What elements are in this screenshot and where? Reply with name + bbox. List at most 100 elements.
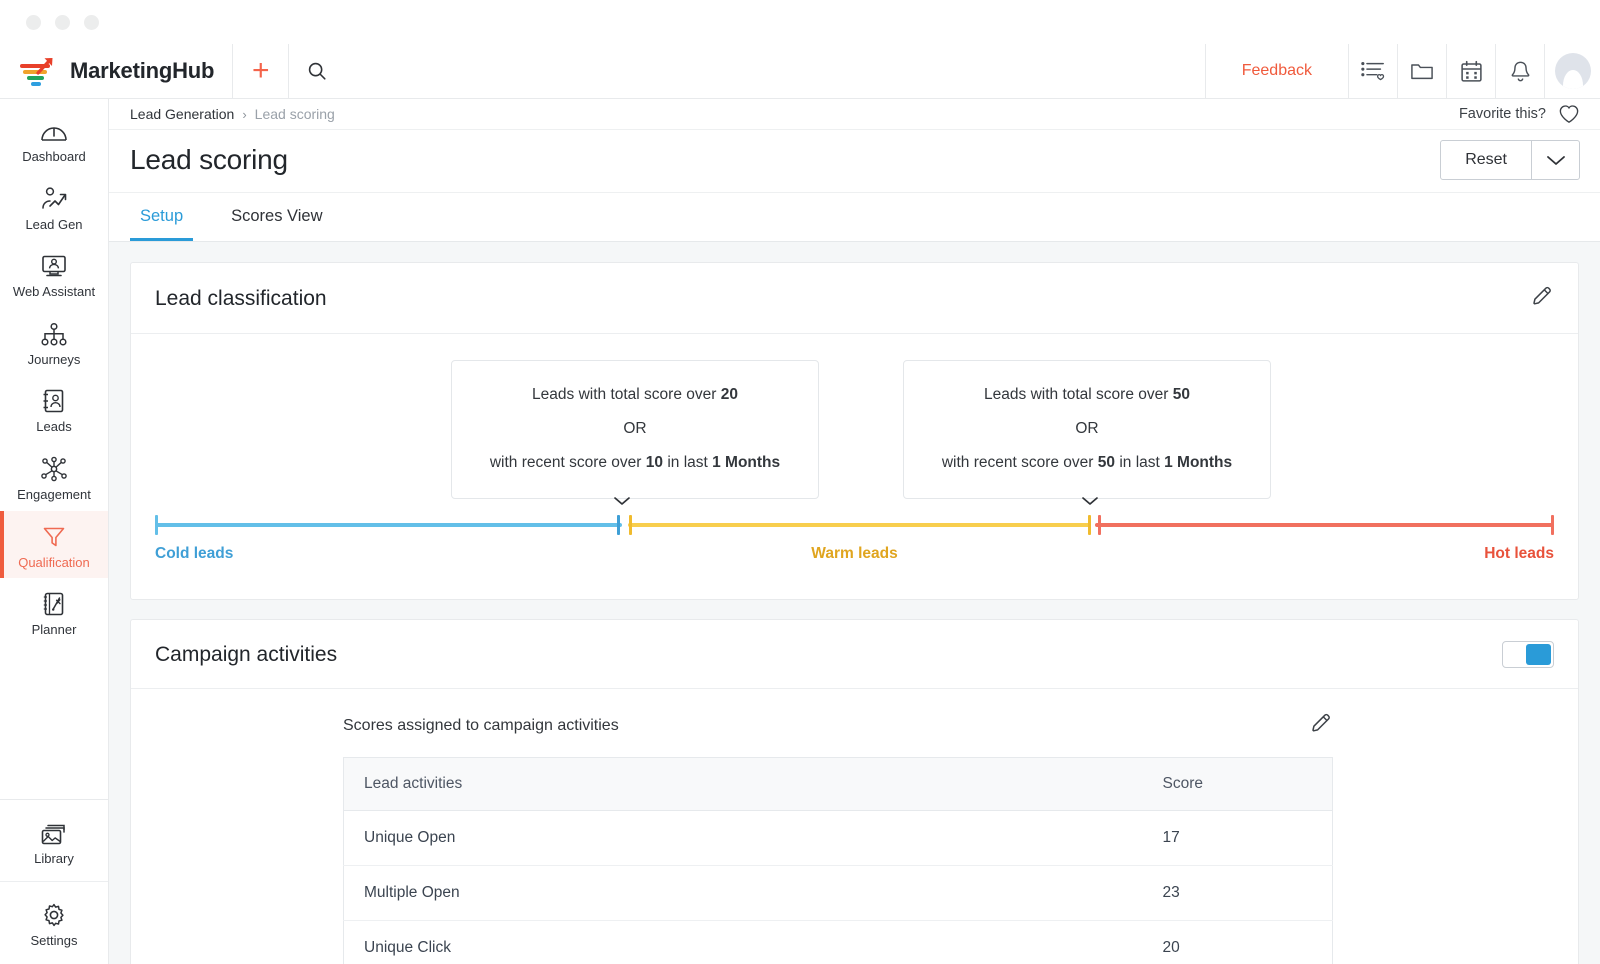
window-dot-minimize[interactable] — [55, 15, 70, 30]
threshold-total-value: 20 — [721, 386, 738, 403]
slider-labels: Cold leads Warm leads Hot leads — [155, 545, 1554, 569]
list-heart-button[interactable] — [1348, 44, 1397, 98]
threshold-recent-value: 10 — [646, 454, 663, 471]
column-header-score: Score — [1143, 758, 1333, 811]
folder-button[interactable] — [1397, 44, 1446, 98]
pencil-icon — [1309, 711, 1333, 735]
network-nodes-icon — [2, 452, 106, 482]
favorite-label: Favorite this? — [1459, 106, 1546, 122]
threshold-recent-period: 1 Months — [1164, 454, 1232, 471]
sidebar-item-journeys[interactable]: Journeys — [0, 308, 108, 376]
slider-segment-cold[interactable] — [155, 523, 622, 527]
tab-bar: Setup Scores View — [109, 193, 1600, 242]
sidebar-item-leads[interactable]: Leads — [0, 375, 108, 443]
slider-cap-warm-end[interactable] — [1088, 515, 1091, 535]
heart-icon[interactable] — [1558, 104, 1580, 124]
campaign-activities-card: Campaign activities Scores assigned to c… — [130, 619, 1579, 964]
sidebar-item-web-assistant[interactable]: Web Assistant — [0, 240, 108, 308]
marketinghub-logo-icon — [20, 56, 58, 86]
page-title-row: Lead scoring Reset — [109, 130, 1600, 193]
reset-button[interactable]: Reset — [1441, 141, 1531, 179]
sidebar-secondary-nav: Library Settings — [0, 799, 108, 964]
slider-segment-warm[interactable] — [628, 523, 1090, 527]
threshold-total-line: Leads with total score over 20 — [470, 385, 800, 406]
campaign-activities-toggle[interactable] — [1502, 641, 1554, 668]
avatar — [1555, 53, 1591, 89]
sidebar-item-library[interactable]: Library — [0, 800, 108, 883]
add-button[interactable]: + — [232, 44, 288, 98]
segment-label-warm: Warm leads — [811, 545, 897, 563]
segment-label-hot: Hot leads — [1484, 545, 1554, 563]
feedback-link[interactable]: Feedback — [1205, 44, 1348, 98]
funnel-icon — [2, 520, 106, 550]
user-avatar-button[interactable] — [1544, 44, 1600, 98]
slider-cap-hot-start[interactable] — [1098, 515, 1101, 535]
sidebar-item-label: Web Assistant — [2, 284, 106, 300]
calendar-icon — [1460, 60, 1483, 83]
pencil-icon — [1530, 284, 1554, 308]
sidebar-item-dashboard[interactable]: Dashboard — [0, 105, 108, 173]
favorite-this-control[interactable]: Favorite this? — [1459, 104, 1580, 124]
sidebar-item-label: Planner — [2, 622, 106, 638]
campaign-activities-body: Scores assigned to campaign activities — [131, 689, 1578, 964]
chevron-down-icon — [1545, 153, 1567, 167]
threshold-recent-mid: in last — [663, 454, 712, 471]
window-dot-maximize[interactable] — [84, 15, 99, 30]
breadcrumb: Lead Generation › Lead scoring Favorite … — [109, 99, 1600, 130]
threshold-box-hot[interactable]: Leads with total score over 50 OR with r… — [903, 360, 1271, 499]
tab-scores-view[interactable]: Scores View — [221, 193, 332, 241]
column-header-lead-activities: Lead activities — [344, 758, 1143, 811]
sidebar-item-settings[interactable]: Settings — [0, 882, 108, 964]
table-row[interactable]: Unique Open 17 — [344, 811, 1333, 866]
brand-logo[interactable]: MarketingHub — [0, 44, 232, 98]
threshold-recent-line: with recent score over 50 in last 1 Mont… — [922, 453, 1252, 474]
sidebar-item-lead-gen[interactable]: Lead Gen — [0, 173, 108, 241]
list-heart-icon — [1360, 59, 1386, 83]
calendar-button[interactable] — [1446, 44, 1495, 98]
threshold-recent-mid: in last — [1115, 454, 1164, 471]
campaign-scores-table: Lead activities Score Unique Open 17 — [343, 757, 1333, 964]
arrow-up-right-icon — [36, 55, 58, 77]
threshold-handle-hot-caret[interactable] — [1080, 494, 1100, 512]
page-title: Lead scoring — [130, 144, 288, 176]
sidebar-item-label: Engagement — [2, 487, 106, 503]
sidebar-item-label: Library — [2, 851, 106, 867]
planner-notebook-icon — [2, 587, 106, 617]
monitor-chat-icon — [2, 249, 106, 279]
sidebar-item-planner[interactable]: Planner — [0, 578, 108, 646]
threshold-handle-warm-caret[interactable] — [612, 494, 632, 512]
slider-cap-cold-end[interactable] — [617, 515, 620, 535]
threshold-box-warm[interactable]: Leads with total score over 20 OR with r… — [451, 360, 819, 499]
breadcrumb-parent[interactable]: Lead Generation — [130, 106, 234, 122]
threshold-recent-value: 50 — [1098, 454, 1115, 471]
sidebar-item-label: Leads — [2, 419, 106, 435]
slider-cap-warm-start[interactable] — [629, 515, 632, 535]
edit-lead-classification-button[interactable] — [1530, 284, 1554, 313]
reset-dropdown-button[interactable] — [1531, 141, 1579, 179]
window-dot-close[interactable] — [26, 15, 41, 30]
threshold-or: OR — [922, 419, 1252, 440]
search-button[interactable] — [288, 44, 344, 98]
lead-growth-icon — [2, 182, 106, 212]
edit-campaign-scores-button[interactable] — [1309, 711, 1333, 740]
notifications-button[interactable] — [1495, 44, 1544, 98]
table-body: Unique Open 17 Multiple Open 23 Unique C… — [344, 811, 1333, 964]
gauge-icon — [2, 114, 106, 144]
sidebar-primary-nav: Dashboard Lead Gen — [0, 99, 108, 646]
sidebar-item-qualification[interactable]: Qualification — [0, 511, 108, 579]
classification-slider-track[interactable] — [155, 514, 1554, 536]
slider-segment-hot[interactable] — [1095, 523, 1554, 527]
cell-activity: Unique Click — [344, 921, 1143, 964]
threshold-recent-prefix: with recent score over — [942, 454, 1098, 471]
window-titlebar — [0, 0, 1600, 44]
table-row[interactable]: Unique Click 20 — [344, 921, 1333, 964]
tab-setup[interactable]: Setup — [130, 193, 193, 241]
sidebar-item-engagement[interactable]: Engagement — [0, 443, 108, 511]
threshold-boxes: Leads with total score over 20 OR with r… — [155, 360, 1554, 494]
sidebar-item-label: Settings — [2, 933, 106, 949]
bell-icon — [1509, 60, 1532, 83]
appbar-spacer — [344, 44, 1204, 98]
table-row[interactable]: Multiple Open 23 — [344, 866, 1333, 921]
breadcrumb-current: Lead scoring — [255, 106, 335, 122]
cell-activity: Unique Open — [344, 811, 1143, 866]
